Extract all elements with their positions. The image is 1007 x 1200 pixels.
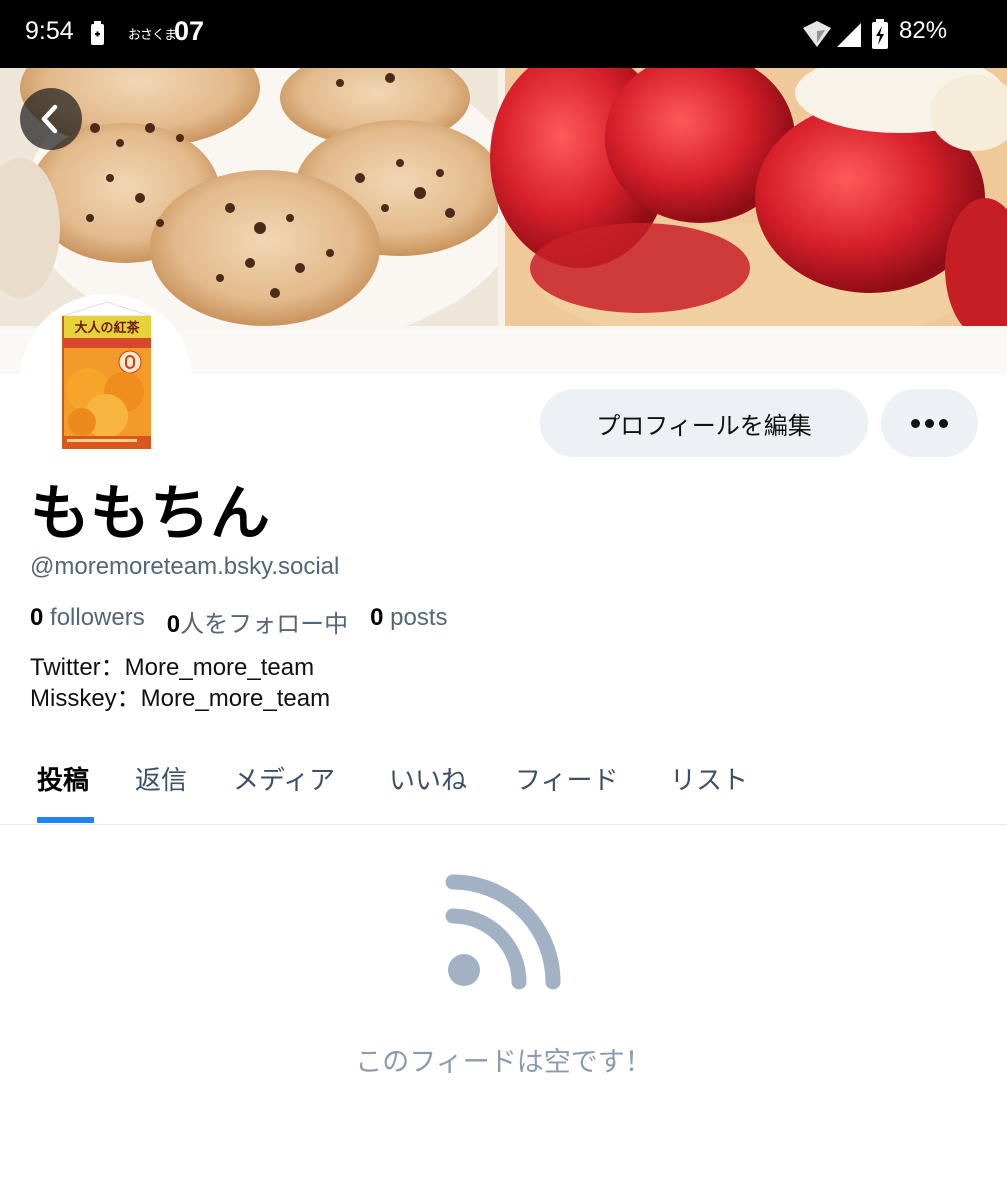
tab-media[interactable]: メディア bbox=[233, 760, 335, 797]
followers-stat[interactable]: 0 followers bbox=[30, 604, 145, 639]
avatar-product-text: 大人の紅茶 bbox=[74, 320, 140, 336]
following-count: 0 bbox=[166, 611, 181, 638]
status-bar: 9:54 おさくま 07 82% bbox=[0, 0, 1007, 68]
avatar-image: 大人の紅茶 bbox=[20, 294, 192, 466]
battery-charging-small-icon bbox=[91, 21, 104, 45]
posts-label: posts bbox=[390, 604, 448, 631]
posts-count: 0 bbox=[370, 604, 384, 631]
following-stat[interactable]: 0人をフォロー中 bbox=[167, 604, 348, 639]
display-name: ももちん bbox=[30, 479, 270, 549]
status-app-label: おさくま bbox=[128, 27, 177, 42]
following-label: 人をフォロー中 bbox=[180, 611, 349, 638]
tab-lists[interactable]: リスト bbox=[670, 760, 748, 797]
profile-stats: 0 followers 0人をフォロー中 0 posts bbox=[30, 604, 470, 639]
cell-signal-icon bbox=[837, 23, 861, 47]
tab-replies[interactable]: 返信 bbox=[135, 760, 187, 797]
more-horizontal-icon bbox=[911, 418, 920, 428]
rss-feed-icon bbox=[445, 874, 561, 990]
back-button[interactable] bbox=[20, 88, 82, 150]
handle[interactable]: @moremoreteam.bsky.social bbox=[30, 553, 339, 581]
profile-tabs: 投稿 返信 メディア いいね フィード リスト bbox=[0, 752, 1007, 825]
posts-stat: 0 posts bbox=[370, 604, 447, 639]
tab-likes[interactable]: いいね bbox=[389, 760, 467, 797]
chevron-left-icon bbox=[41, 104, 58, 134]
tab-posts[interactable]: 投稿 bbox=[37, 760, 89, 797]
battery-percent: 82% bbox=[899, 17, 948, 44]
empty-feed-message: このフィードは空です！ bbox=[355, 1047, 652, 1078]
avatar[interactable]: 大人の紅茶 bbox=[20, 294, 192, 466]
more-dot bbox=[939, 418, 948, 428]
more-options-button[interactable] bbox=[881, 389, 978, 457]
profile-bio: Twitter：More_more_team Misskey：More_more… bbox=[30, 654, 331, 712]
status-notification-count: 07 bbox=[174, 16, 205, 46]
edit-profile-button[interactable]: プロフィールを編集 bbox=[540, 389, 868, 457]
more-dot bbox=[925, 418, 934, 428]
followers-count: 0 bbox=[30, 604, 44, 631]
signal-wifi-battery-icons bbox=[803, 19, 888, 49]
tab-feeds[interactable]: フィード bbox=[515, 760, 618, 797]
active-tab-indicator bbox=[37, 817, 94, 823]
status-time: 9:54 bbox=[25, 17, 74, 45]
followers-label: followers bbox=[50, 604, 145, 631]
